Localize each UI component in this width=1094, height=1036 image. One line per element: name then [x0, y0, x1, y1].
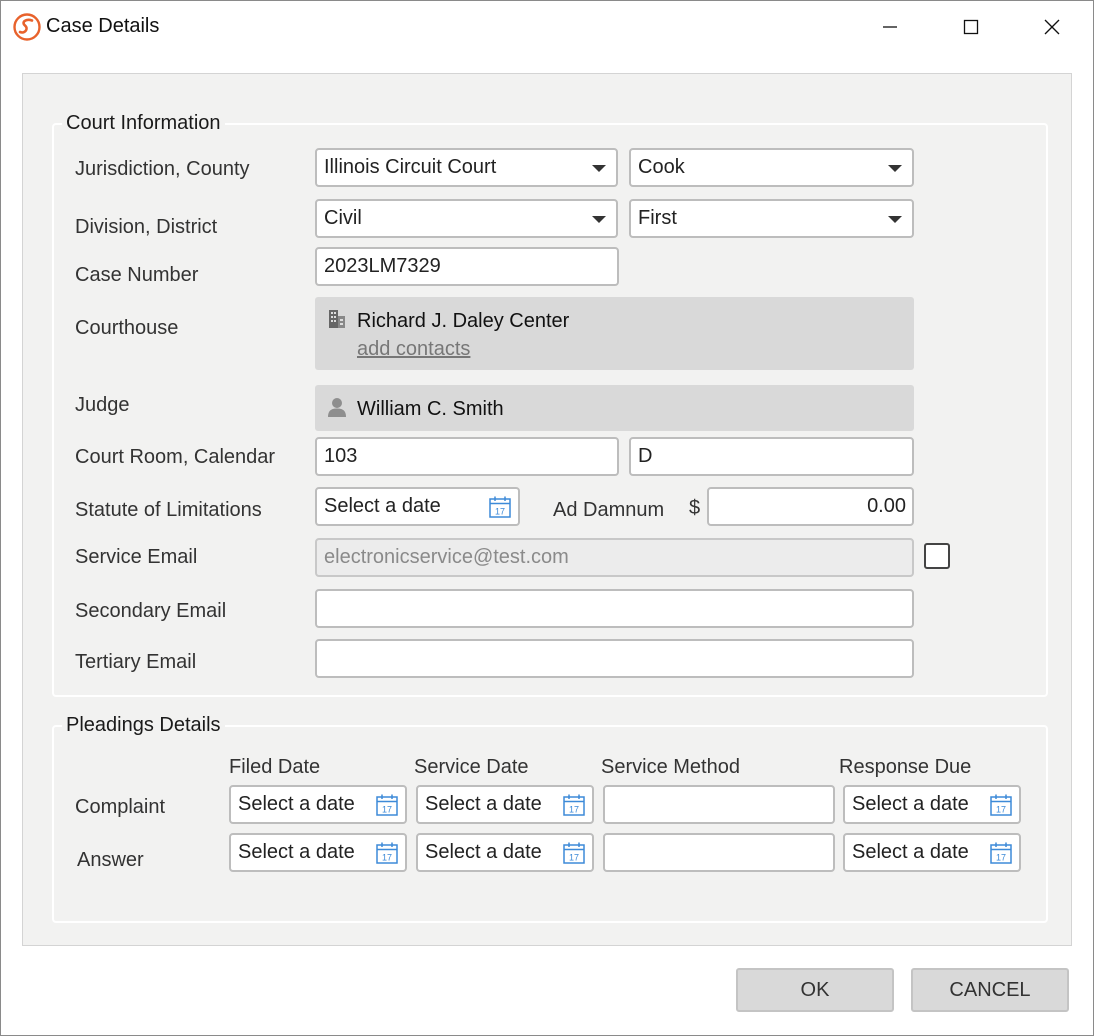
column-header-service-method: Service Method [601, 756, 740, 778]
case-number-field[interactable]: 2023LM7329 [315, 247, 619, 286]
title-bar[interactable]: Case Details [0, 0, 1094, 54]
svg-text:17: 17 [569, 853, 579, 863]
answer-row-label: Answer [77, 849, 144, 871]
secondary-email-label: Secondary Email [75, 600, 227, 622]
pleadings-details-group [52, 725, 1048, 923]
column-header-response-due: Response Due [839, 756, 972, 778]
calendar-icon[interactable]: 17 [562, 841, 586, 865]
complaint-response-due-picker[interactable]: Select a date 17 [843, 785, 1021, 824]
court-room-value: 103 [324, 445, 358, 467]
secondary-email-field[interactable] [315, 589, 914, 628]
court-room-label: Court Room, Calendar [75, 446, 276, 468]
calendar-icon[interactable]: 17 [562, 793, 586, 817]
calendar-icon[interactable]: 17 [375, 793, 399, 817]
answer-filed-date-picker[interactable]: Select a date 17 [229, 833, 407, 872]
service-email-value: electronicservice@test.com [324, 546, 569, 568]
complaint-service-method-field[interactable] [603, 785, 835, 824]
service-email-field[interactable]: electronicservice@test.com [315, 538, 914, 577]
date-placeholder: Select a date [238, 793, 355, 815]
currency-symbol: $ [689, 497, 701, 519]
calendar-icon[interactable]: 17 [989, 793, 1013, 817]
case-number-value: 2023LM7329 [324, 255, 441, 277]
calendar-icon[interactable]: 17 [488, 495, 512, 519]
complaint-service-date-picker[interactable]: Select a date 17 [416, 785, 594, 824]
svg-text:17: 17 [996, 805, 1006, 815]
courthouse-name: Richard J. Daley Center [357, 310, 570, 332]
maximize-button[interactable] [949, 8, 993, 46]
judge-name: William C. Smith [357, 398, 504, 420]
minimize-icon [883, 26, 897, 28]
minimize-button[interactable] [868, 8, 912, 46]
date-placeholder: Select a date [852, 841, 969, 863]
case-number-label: Case Number [75, 264, 199, 286]
pleadings-details-legend: Pleadings Details [62, 714, 225, 737]
county-value: Cook [638, 156, 685, 178]
chevron-down-icon [592, 216, 606, 223]
ad-damnum-value: 0.00 [867, 495, 906, 517]
chevron-down-icon [888, 216, 902, 223]
county-dropdown[interactable]: Cook [629, 148, 914, 187]
ok-button[interactable]: OK [736, 968, 894, 1012]
jurisdiction-label: Jurisdiction, County [75, 158, 250, 180]
chevron-down-icon [888, 165, 902, 172]
division-value: Civil [324, 207, 362, 229]
service-email-label: Service Email [75, 546, 198, 568]
court-information-legend: Court Information [62, 112, 225, 135]
maximize-icon [963, 19, 979, 35]
date-placeholder: Select a date [238, 841, 355, 863]
calendar-field[interactable]: D [629, 437, 914, 476]
svg-text:17: 17 [996, 853, 1006, 863]
app-logo-icon [13, 13, 41, 41]
ad-damnum-label: Ad Damnum [553, 499, 665, 521]
district-value: First [638, 207, 677, 229]
svg-text:17: 17 [382, 853, 392, 863]
tertiary-email-field[interactable] [315, 639, 914, 678]
courthouse-label: Courthouse [75, 317, 179, 339]
judge-label: Judge [75, 394, 130, 416]
jurisdiction-dropdown[interactable]: Illinois Circuit Court [315, 148, 618, 187]
add-contacts-link[interactable]: add contacts [357, 338, 470, 361]
svg-text:17: 17 [569, 805, 579, 815]
ad-damnum-field[interactable]: 0.00 [707, 487, 914, 526]
svg-text:17: 17 [495, 507, 505, 517]
answer-service-date-picker[interactable]: Select a date 17 [416, 833, 594, 872]
complaint-row-label: Complaint [75, 796, 166, 818]
chevron-down-icon [592, 165, 606, 172]
calendar-icon[interactable]: 17 [989, 841, 1013, 865]
district-dropdown[interactable]: First [629, 199, 914, 238]
court-room-field[interactable]: 103 [315, 437, 619, 476]
cancel-button[interactable]: CANCEL [911, 968, 1069, 1012]
jurisdiction-value: Illinois Circuit Court [324, 156, 497, 178]
statute-date-picker[interactable]: Select a date 17 [315, 487, 520, 526]
complaint-filed-date-picker[interactable]: Select a date 17 [229, 785, 407, 824]
statute-date-placeholder: Select a date [324, 495, 441, 517]
calendar-value: D [638, 445, 653, 467]
close-button[interactable] [1030, 8, 1074, 46]
service-email-checkbox[interactable] [924, 543, 950, 569]
date-placeholder: Select a date [425, 841, 542, 863]
answer-service-method-field[interactable] [603, 833, 835, 872]
column-header-service-date: Service Date [414, 756, 529, 778]
close-icon [1044, 19, 1060, 35]
courthouse-panel[interactable]: Richard J. Daley Center add contacts [315, 297, 914, 370]
calendar-icon[interactable]: 17 [375, 841, 399, 865]
person-icon [328, 398, 346, 417]
division-dropdown[interactable]: Civil [315, 199, 618, 238]
statute-label: Statute of Limitations [75, 499, 262, 521]
date-placeholder: Select a date [425, 793, 542, 815]
svg-text:17: 17 [382, 805, 392, 815]
judge-panel[interactable]: William C. Smith [315, 385, 914, 431]
division-label: Division, District [75, 216, 218, 238]
column-header-filed-date: Filed Date [229, 756, 321, 778]
answer-response-due-picker[interactable]: Select a date 17 [843, 833, 1021, 872]
tertiary-email-label: Tertiary Email [75, 651, 197, 673]
building-icon [329, 310, 345, 328]
window-title: Case Details [46, 15, 160, 37]
date-placeholder: Select a date [852, 793, 969, 815]
